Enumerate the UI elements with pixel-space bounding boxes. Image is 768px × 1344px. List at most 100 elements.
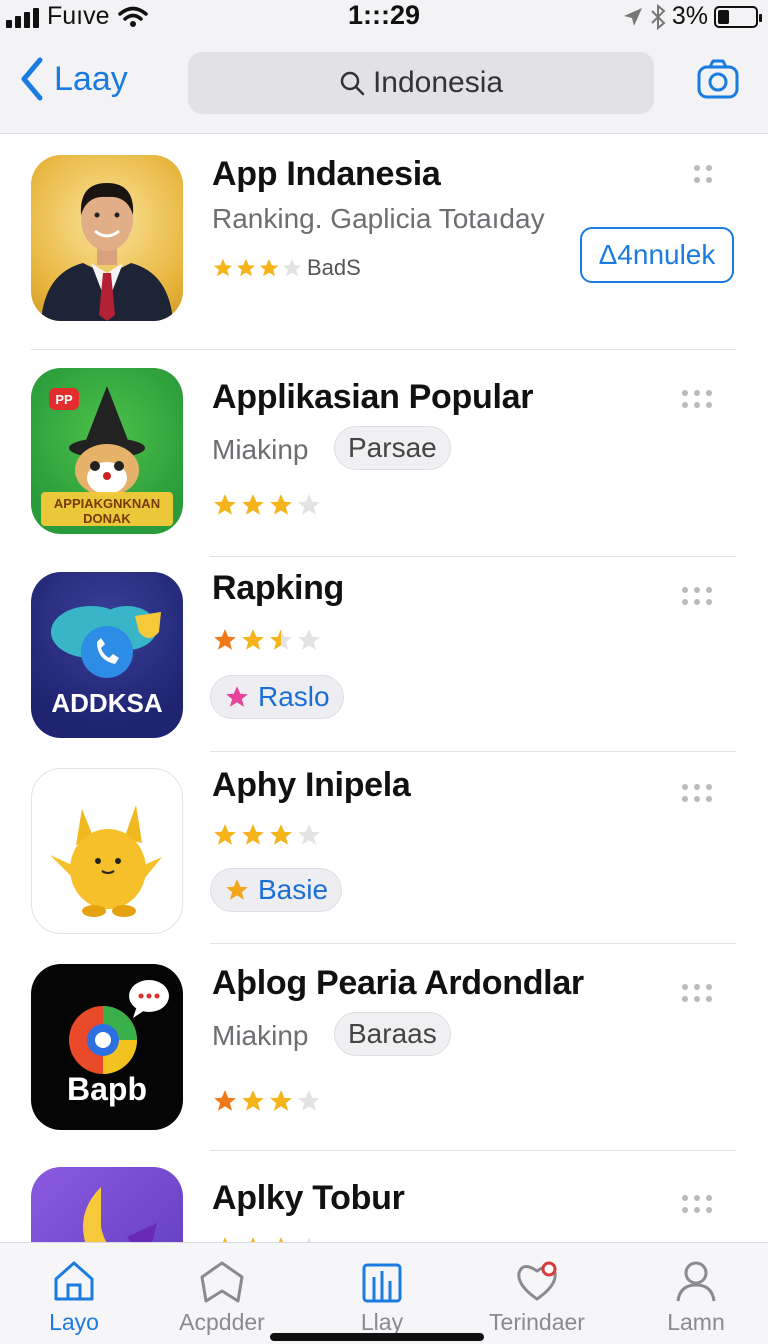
star-icon <box>298 824 320 845</box>
star-icon <box>250 1237 256 1242</box>
star-icon <box>242 1090 264 1111</box>
search-icon <box>340 71 365 96</box>
star-icon <box>270 629 292 650</box>
star-icon <box>242 494 264 515</box>
camera-icon[interactable] <box>696 58 740 102</box>
home-icon <box>54 1261 94 1301</box>
bluetooth-icon <box>651 3 666 30</box>
back-button[interactable]: Laay <box>18 56 128 102</box>
badge-text: PP <box>55 392 73 407</box>
chip-label: Basie <box>258 874 329 905</box>
app-title: App Indanesia <box>212 155 441 193</box>
rating-stars <box>212 1088 322 1114</box>
star-icon <box>282 258 302 277</box>
more-options-icon[interactable] <box>682 390 718 420</box>
bookmark-icon <box>200 1261 244 1303</box>
star-icon <box>306 1237 312 1242</box>
app-title: Aphy Inipela <box>212 766 411 804</box>
more-options-icon[interactable] <box>682 984 718 1014</box>
back-label: Laay <box>54 59 128 98</box>
app-subtitle: Miakinp <box>212 1020 309 1051</box>
battery-fill <box>718 9 729 24</box>
app-rating: BadS <box>212 255 361 281</box>
search-query: Indonesia <box>372 66 504 99</box>
star-icon <box>214 1090 236 1111</box>
tab-lamn[interactable]: Lamn <box>626 1257 766 1336</box>
search-field[interactable]: Indonesia <box>188 52 654 114</box>
star-icon <box>270 824 292 845</box>
app-icon-cartoon-dog: PP APPIAKGNKNAN DONAK <box>31 368 183 534</box>
more-options-icon[interactable] <box>682 784 718 814</box>
chevron-left-icon <box>21 57 43 101</box>
home-indicator[interactable] <box>270 1333 484 1341</box>
get-button[interactable]: Δ4nnulek <box>580 227 734 283</box>
cartoon-dog-icon: PP APPIAKGNKNAN DONAK <box>41 386 173 526</box>
app-icon-moon <box>31 1167 183 1242</box>
app-title: Aþlog Pearia Ardondlar <box>212 964 584 1002</box>
tab-label: Terindaer <box>489 1309 585 1335</box>
category-chip[interactable]: Baraas <box>334 1012 451 1056</box>
category-chip[interactable]: Parsae <box>334 426 451 470</box>
tab-label: Layo <box>49 1309 99 1335</box>
category-chip[interactable]: Basie <box>210 868 343 912</box>
rating-stars <box>212 492 322 518</box>
tab-acpdder[interactable]: Acpdder <box>152 1257 292 1336</box>
star-icon <box>213 258 233 277</box>
star-icon <box>259 258 279 277</box>
star-icon <box>226 879 248 900</box>
tab-bar: Layo Acpdder Llay Terindaer Lamn <box>0 1242 768 1344</box>
location-icon <box>623 7 642 26</box>
moon-icon <box>83 1187 157 1242</box>
icon-text: Bapb <box>67 1071 147 1107</box>
app-icon-person <box>31 155 183 321</box>
app-row-2[interactable]: PP APPIAKGNKNAN DONAK Applikasian Popula… <box>0 350 768 557</box>
person-icon <box>676 1261 716 1302</box>
app-row-5[interactable]: Bapb Aþlog Pearia Ardondlar Miakinp Bara… <box>0 944 768 1151</box>
star-icon <box>214 494 236 515</box>
tab-layo[interactable]: Layo <box>4 1257 144 1336</box>
star-icon <box>298 1090 320 1111</box>
icon-text-line2: DONAK <box>83 511 131 526</box>
tab-label: Llay <box>360 1309 404 1335</box>
app-list: App Indanesia Ranking. Gaplicia Totaıday… <box>0 135 768 1242</box>
app-row-6[interactable]: Aplky Tobur <box>0 1151 768 1242</box>
tab-llay[interactable]: Llay <box>312 1257 452 1336</box>
tab-terindaer[interactable]: Terindaer <box>467 1257 607 1336</box>
more-options-icon[interactable] <box>682 1195 718 1225</box>
rating-stars <box>212 822 322 848</box>
star-icon <box>226 686 248 707</box>
star-icon <box>278 1237 284 1242</box>
yellow-mascot-icon <box>50 805 162 917</box>
chip-label: Parsae <box>348 432 437 463</box>
app-row-4[interactable]: Aphy Inipela Basie <box>0 752 768 944</box>
icon-text-line1: APPIAKGNKNAN <box>54 496 160 511</box>
app-title: Aplky Tobur <box>212 1179 405 1217</box>
heart-icon <box>517 1261 557 1301</box>
app-row-1[interactable]: App Indanesia Ranking. Gaplicia Totaıday… <box>0 135 768 350</box>
nav-bar: Laay Indonesia <box>0 34 768 134</box>
star-icon <box>270 1090 292 1111</box>
more-options-icon[interactable] <box>682 587 718 617</box>
star-icon <box>298 629 320 650</box>
star-icon <box>242 629 264 650</box>
star-icon <box>242 824 264 845</box>
star-icon <box>236 258 256 277</box>
category-chip[interactable]: Raslo <box>210 675 344 719</box>
star-icon <box>270 494 292 515</box>
tab-label: Acpdder <box>179 1309 265 1335</box>
chip-label: Raslo <box>258 681 330 712</box>
buildings-icon <box>362 1263 402 1303</box>
more-options-icon[interactable] <box>694 165 730 195</box>
app-subtitle: Miakinp <box>212 434 309 465</box>
star-icon <box>222 1237 228 1242</box>
star-icon <box>214 629 236 650</box>
rating-stars <box>212 1235 322 1242</box>
star-icon <box>214 824 236 845</box>
app-row-3[interactable]: ADDKSA Rapking Raslo <box>0 557 768 752</box>
star-icon <box>298 494 320 515</box>
chat-logo-icon: Bapb <box>67 980 169 1107</box>
status-bar: Fuıve 1:::29 3% <box>0 0 768 34</box>
app-icon-chat: Bapb <box>31 964 183 1130</box>
phone-cloud-icon: ADDKSA <box>51 606 163 718</box>
app-title: Rapking <box>212 569 345 607</box>
